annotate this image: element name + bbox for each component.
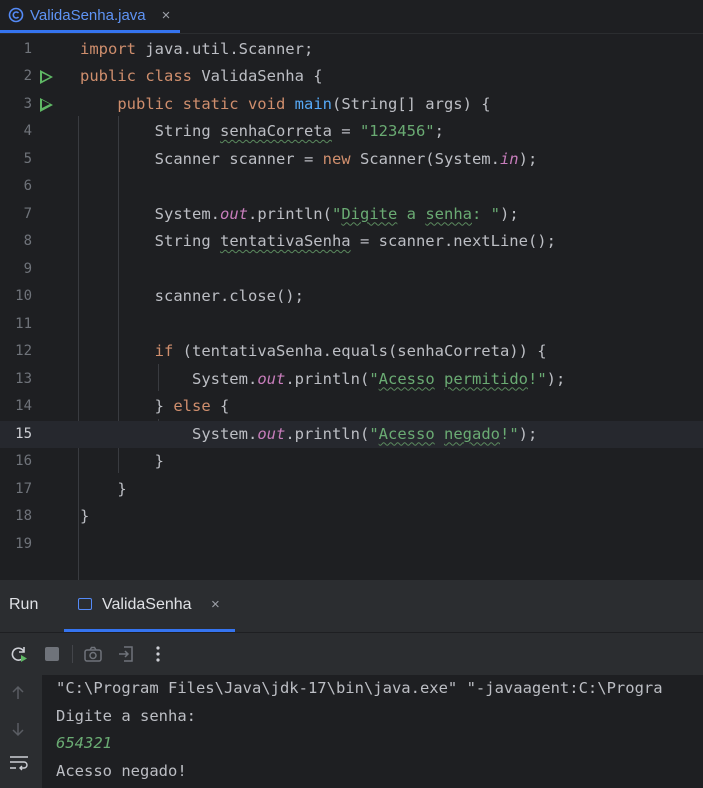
console-output-line: "C:\Program Files\Java\jdk-17\bin\java.e…	[56, 679, 663, 697]
code-text: import java.util.Scanner;	[80, 39, 314, 58]
line-number: 3	[23, 95, 32, 112]
run-tab-label: ValidaSenha	[102, 596, 192, 613]
code-line[interactable]: 17 }	[0, 476, 703, 504]
run-tab-validasenha[interactable]: ValidaSenha ×	[64, 580, 235, 632]
code-line[interactable]: 8 String tentativaSenha = scanner.nextLi…	[0, 228, 703, 256]
code-line[interactable]: 10 scanner.close();	[0, 283, 703, 311]
run-panel-title: Run	[9, 596, 39, 613]
camera-icon[interactable]	[83, 644, 103, 664]
rerun-icon[interactable]	[9, 644, 29, 664]
code-text: scanner.close();	[80, 287, 304, 305]
code-line[interactable]: 14 } else {	[0, 393, 703, 421]
line-number: 16	[15, 453, 32, 469]
java-class-icon	[8, 7, 24, 23]
code-text: }	[80, 452, 164, 470]
code-line[interactable]: 12 if (tentativaSenha.equals(senhaCorret…	[0, 338, 703, 366]
console-output[interactable]: "C:\Program Files\Java\jdk-17\bin\java.e…	[42, 675, 703, 788]
console-output-line: Digite a senha:	[56, 706, 196, 725]
code-line[interactable]: 9	[0, 256, 703, 284]
code-line[interactable]: 5 Scanner scanner = new Scanner(System.i…	[0, 146, 703, 174]
exit-icon[interactable]	[116, 644, 136, 664]
code-text: String tentativaSenha = scanner.nextLine…	[80, 232, 556, 250]
editor-tab-filename: ValidaSenha.java	[30, 6, 146, 24]
toolbar-divider	[72, 645, 73, 663]
code-line[interactable]: 1 import java.util.Scanner;	[0, 36, 703, 64]
code-text: if (tentativaSenha.equals(senhaCorreta))…	[154, 342, 547, 360]
code-text: }	[80, 479, 127, 498]
soft-wrap-icon[interactable]	[9, 755, 29, 771]
line-number: 6	[23, 178, 32, 194]
code-line[interactable]: 4 String senhaCorreta = "123456";	[0, 118, 703, 146]
code-text: System.out.println("Acesso permitido!");	[80, 369, 566, 388]
run-panel-header: Run ValidaSenha ×	[0, 580, 703, 633]
line-number: 1	[23, 40, 32, 57]
code-line[interactable]: 19	[0, 531, 703, 559]
line-number: 13	[15, 370, 32, 387]
code-text: } else {	[80, 397, 230, 415]
editor-tab-validasenha[interactable]: ValidaSenha.java ×	[0, 0, 181, 33]
console-input-line: 654321	[56, 734, 112, 752]
line-number: 17	[15, 480, 32, 497]
code-line[interactable]: 6	[0, 173, 703, 201]
code-line[interactable]: 2 public class ValidaSenha {	[0, 63, 703, 91]
run-gutter-icon[interactable]	[40, 70, 53, 84]
line-number: 7	[23, 205, 32, 222]
code-text: System.out.println("Acesso negado!");	[80, 424, 538, 443]
line-number: 4	[23, 123, 32, 139]
line-number: 11	[15, 315, 32, 332]
code-line[interactable]: 13 System.out.println("Acesso permitido!…	[0, 366, 703, 394]
line-number: 12	[15, 343, 32, 359]
stop-icon[interactable]	[42, 644, 62, 664]
line-number: 15	[15, 425, 32, 442]
code-editor[interactable]: 1 import java.util.Scanner; 2 public class …	[0, 34, 703, 580]
code-text: public class ValidaSenha {	[80, 67, 323, 85]
run-toolbar	[0, 633, 703, 675]
code-text: }	[80, 507, 90, 525]
scroll-up-icon[interactable]	[10, 685, 26, 701]
code-line[interactable]: 7 System.out.println("Digite a senha: ")…	[0, 201, 703, 229]
line-number: 10	[15, 288, 32, 304]
run-tool-window: Run ValidaSenha × "C:\Program Files\Java…	[0, 580, 703, 788]
code-line[interactable]: 16 }	[0, 448, 703, 476]
code-line[interactable]: 18}	[0, 503, 703, 531]
console-gutter	[0, 675, 42, 788]
code-text: public static void main(String[] args) {	[117, 94, 491, 113]
editor-tab-bar: ValidaSenha.java ×	[0, 0, 703, 34]
console-icon	[78, 598, 92, 610]
code-line[interactable]: 11	[0, 311, 703, 339]
line-number: 8	[23, 233, 32, 249]
line-number: 9	[23, 260, 32, 277]
code-text: String senhaCorreta = "123456";	[80, 122, 444, 140]
code-line[interactable]: 3 public static void main(String[] args)…	[0, 91, 703, 119]
line-number: 14	[15, 398, 32, 414]
run-gutter-icon[interactable]	[40, 97, 53, 112]
line-number: 2	[23, 68, 32, 84]
line-number: 18	[15, 508, 32, 524]
code-text: System.out.println("Digite a senha: ");	[80, 204, 519, 223]
scroll-down-icon[interactable]	[10, 721, 26, 737]
more-options-icon[interactable]	[148, 644, 168, 664]
line-number: 5	[23, 150, 32, 167]
console-output-line: Acesso negado!	[56, 761, 187, 780]
close-icon[interactable]: ×	[162, 7, 171, 24]
close-icon[interactable]: ×	[211, 596, 220, 613]
code-text: Scanner scanner = new Scanner(System.in)…	[80, 149, 538, 168]
line-number: 19	[15, 535, 32, 552]
code-line[interactable]: 15 System.out.println("Acesso negado!");	[0, 420, 703, 448]
